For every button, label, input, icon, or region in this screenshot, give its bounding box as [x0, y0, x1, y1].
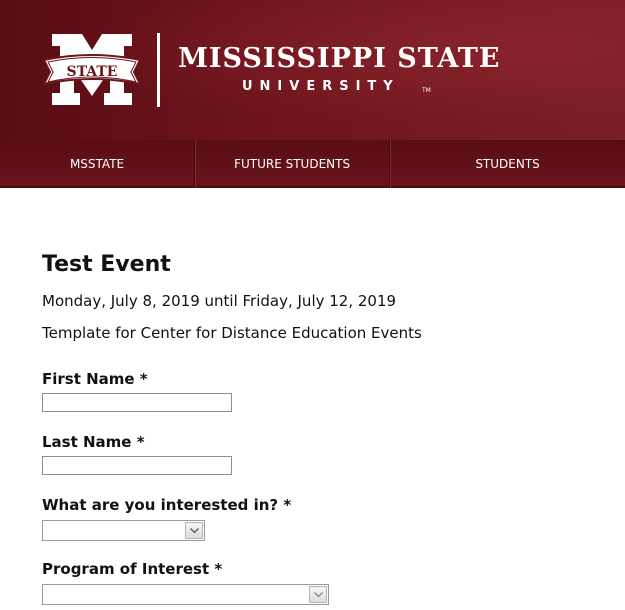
university-name[interactable]: MISSISSIPPI STATE [178, 42, 500, 76]
event-dates: Monday, July 8, 2019 until Friday, July … [42, 292, 397, 310]
first-name-field: First Name * [42, 369, 625, 412]
first-name-input[interactable] [42, 393, 232, 412]
last-name-label: Last Name * [42, 433, 145, 451]
last-name-field: Last Name * [42, 432, 625, 475]
first-name-label: First Name * [42, 370, 148, 388]
program-field: Program of Interest * [42, 559, 625, 605]
interest-select[interactable] [42, 520, 205, 541]
interest-label: What are you interested in? * [42, 496, 292, 514]
chevron-down-icon[interactable] [185, 522, 203, 539]
nav-item-msstate[interactable]: MSSTATE [0, 140, 196, 188]
header-divider [157, 33, 160, 107]
trademark-mark: TM [422, 87, 431, 94]
main-nav: MSSTATE FUTURE STUDENTS STUDENTS [0, 140, 625, 188]
main-content: Test Event Monday, July 8, 2019 until Fr… [0, 188, 625, 605]
msstate-logo[interactable]: STATE [42, 32, 142, 107]
program-select[interactable] [42, 584, 329, 605]
program-label: Program of Interest * [42, 560, 223, 578]
event-title: Test Event [42, 252, 171, 277]
last-name-input[interactable] [42, 456, 232, 475]
interest-field: What are you interested in? * [42, 495, 625, 541]
event-description: Template for Center for Distance Educati… [42, 324, 422, 342]
site-header: STATE MISSISSIPPI STATE UNIVERSITY TM [0, 0, 625, 140]
logo-text: STATE [67, 64, 118, 80]
university-subtitle: UNIVERSITY [242, 79, 400, 94]
chevron-down-icon[interactable] [309, 586, 327, 603]
nav-item-students[interactable]: STUDENTS [390, 140, 625, 188]
nav-item-future-students[interactable]: FUTURE STUDENTS [195, 140, 391, 188]
